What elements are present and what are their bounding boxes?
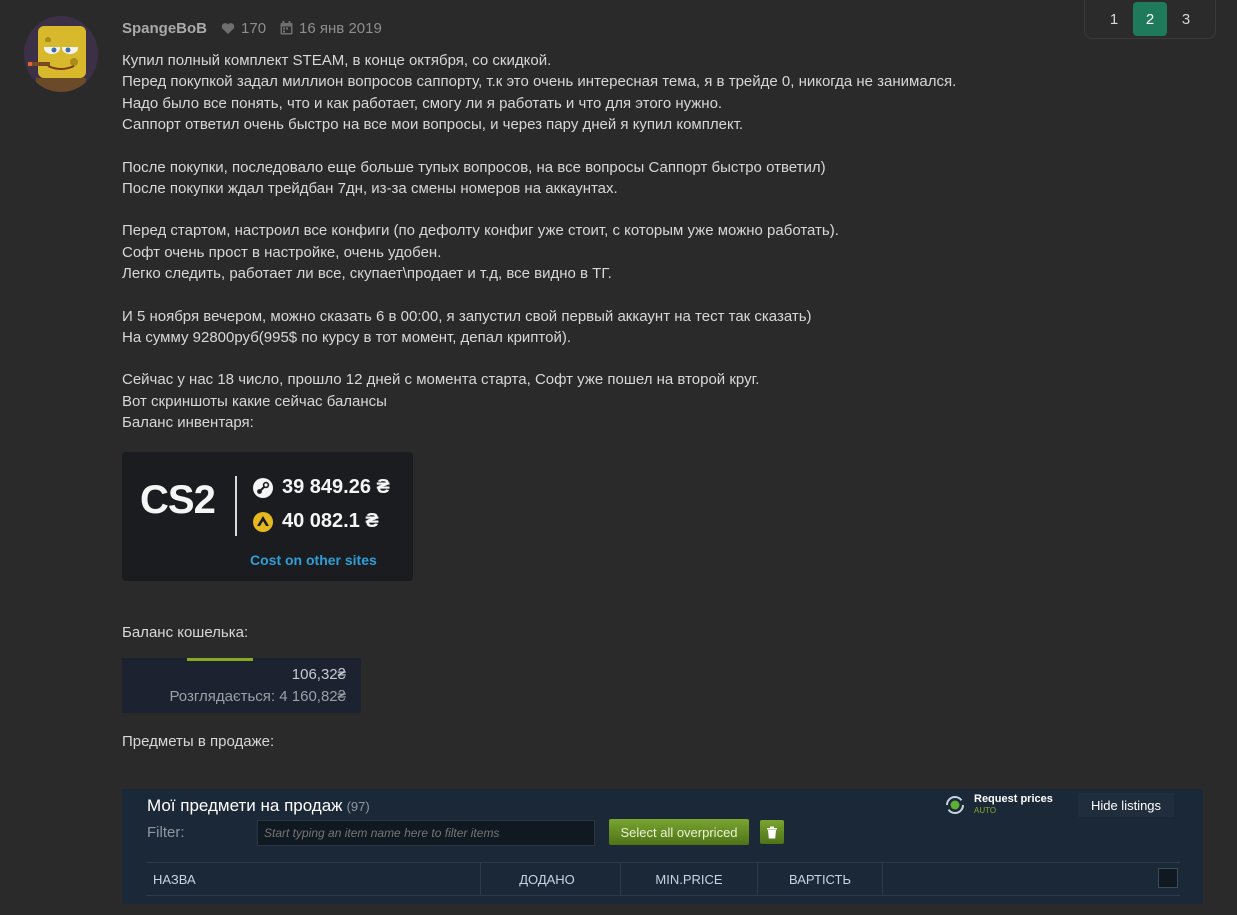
steam-value: 39 849.26 ₴ — [282, 476, 390, 498]
likes: 170 — [221, 20, 266, 37]
filter-input[interactable] — [257, 820, 595, 846]
column-name[interactable]: НАЗВА — [146, 863, 481, 895]
text-line: Перед стартом, настроил все конфиги (по … — [122, 222, 839, 240]
paragraph: Перед стартом, настроил все конфиги (по … — [122, 220, 1022, 284]
likes-count: 170 — [241, 19, 267, 37]
divider — [235, 476, 237, 536]
calendar-icon — [280, 21, 293, 35]
avatar-image — [24, 16, 98, 92]
cost-other-sites-link[interactable]: Cost on other sites — [250, 552, 377, 568]
text-line: После покупки ждал трейдбан 7дн, из-за с… — [122, 180, 618, 198]
listings-title-text: Мої предмети на продаж — [147, 796, 343, 815]
other-value-row: 40 082.1 ₴ — [252, 510, 379, 533]
request-prices-button[interactable]: Request prices AUTO — [944, 794, 1053, 816]
avatar[interactable] — [24, 16, 98, 92]
delete-button[interactable] — [760, 820, 784, 844]
wallet-label: Баланс кошелька: — [122, 624, 249, 641]
date-text: 16 янв 2019 — [299, 19, 382, 37]
inventory-screenshot[interactable]: CS2 39 849.26 ₴ 40 082.1 ₴ Cost on other… — [122, 452, 413, 581]
select-all-checkbox[interactable] — [1158, 868, 1178, 888]
paragraph: И 5 ноября вечером, можно сказать 6 в 00… — [122, 306, 1022, 349]
text-line: Купил полный комплект STEAM, в конце окт… — [122, 52, 552, 69]
market-icon — [253, 511, 273, 532]
paragraph: После покупки, последовало еще больше ту… — [122, 157, 1022, 200]
column-min-price[interactable]: MIN.PRICE — [621, 863, 758, 895]
text-line: Баланс инвентаря: — [122, 414, 254, 432]
listings-title: Мої предмети на продаж (97) — [147, 796, 370, 816]
column-added[interactable]: ДОДАНО — [474, 863, 621, 895]
other-value: 40 082.1 ₴ — [282, 510, 379, 532]
page-1[interactable]: 1 — [1097, 2, 1131, 36]
post-meta: SpangeBoB 170 16 янв 2019 — [122, 18, 382, 38]
request-prices-label: Request prices — [974, 793, 1053, 805]
listings-table-header: НАЗВА ДОДАНО MIN.PRICE ВАРТІСТЬ — [146, 862, 1180, 896]
author-name[interactable]: SpangeBoB — [122, 20, 207, 37]
request-mode: AUTO — [974, 806, 997, 815]
text-line: Софт очень прост в настройке, очень удоб… — [122, 243, 442, 261]
text-line: Перед покупкой задал миллион вопросов са… — [122, 73, 957, 91]
text-line: Сейчас у нас 18 число, прошло 12 дней с … — [122, 371, 760, 389]
text-line: И 5 ноября вечером, можно сказать 6 в 00… — [122, 307, 812, 325]
text-line: На сумму 92800руб(995$ по курсу в тот мо… — [122, 329, 572, 347]
refresh-icon — [946, 796, 964, 814]
wallet-pending: Розглядається: 4 160,82₴ — [169, 688, 346, 705]
select-overpriced-button[interactable]: Select all overpriced — [609, 819, 749, 845]
column-value[interactable]: ВАРТІСТЬ — [758, 863, 883, 895]
market-listings-screenshot: Мої предмети на продаж (97) Request price… — [122, 789, 1203, 904]
game-logo: CS2 — [140, 478, 216, 522]
steam-icon — [253, 477, 273, 498]
text-line: После покупки, последовало еще больше ту… — [122, 158, 826, 176]
page-3[interactable]: 3 — [1169, 2, 1203, 36]
text-line: Вот скриншоты какие сейчас балансы — [122, 392, 387, 410]
wallet-balance: 106,32₴ — [291, 666, 346, 683]
text-line: Надо было все понять, что и как работает… — [122, 94, 723, 112]
page-2[interactable]: 2 — [1133, 2, 1167, 36]
hide-listings-button[interactable]: Hide listings — [1078, 793, 1174, 817]
wallet-screenshot[interactable]: 106,32₴ Розглядається: 4 160,82₴ — [122, 658, 361, 713]
paragraph: Купил полный комплект STEAM, в конце окт… — [122, 50, 1022, 136]
pagination: 1 2 3 — [1084, 0, 1216, 39]
items-label: Предметы в продаже: — [122, 733, 275, 750]
paragraph: Сейчас у нас 18 число, прошло 12 дней с … — [122, 369, 1022, 433]
filter-label: Filter: — [147, 824, 185, 841]
text-line: Саппорт ответил очень быстро на все мои … — [122, 116, 744, 134]
steam-value-row: 39 849.26 ₴ — [252, 476, 390, 499]
text-line: Легко следить, работает ли все, скупает\… — [122, 265, 612, 283]
highlight-bar — [187, 658, 253, 661]
listings-count: (97) — [346, 799, 370, 814]
post-body: Купил полный комплект STEAM, в конце окт… — [122, 50, 1022, 455]
heart-icon — [221, 22, 235, 34]
trash-icon — [767, 826, 777, 838]
post-date: 16 янв 2019 — [280, 20, 382, 37]
